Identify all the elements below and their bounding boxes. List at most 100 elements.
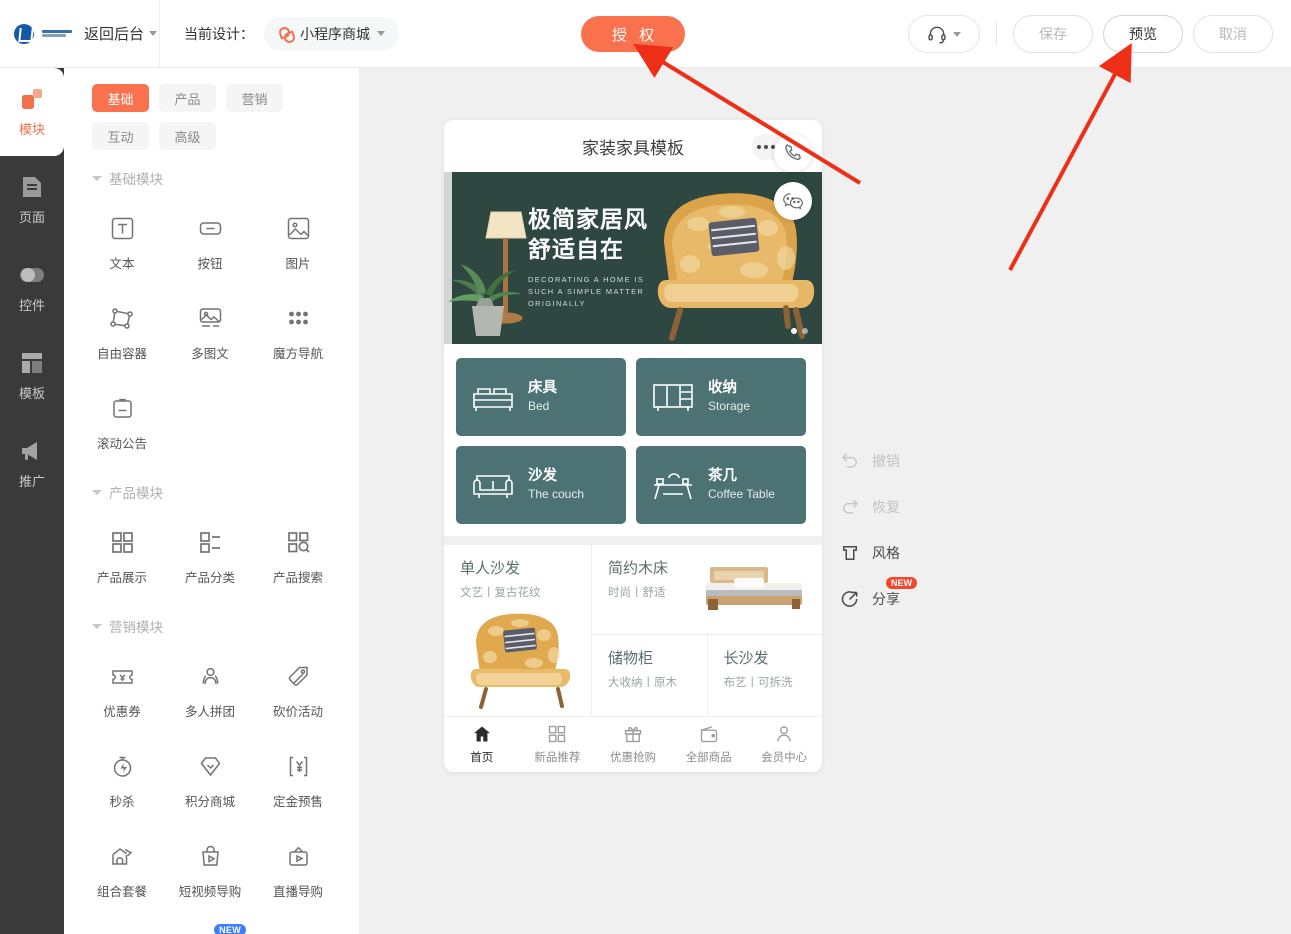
tool-share[interactable]: NEW 分享 xyxy=(840,576,990,622)
category-tile-sofa[interactable]: 沙发 The couch xyxy=(456,446,626,524)
product-search-icon xyxy=(287,531,310,553)
group-marketing-modules: 营销模块 优惠券 多人拼团 砍价活动 秒杀 积分商城 定金预售 组合套餐 短视频… xyxy=(64,616,359,934)
text-icon xyxy=(111,217,133,239)
category-tiles: 床具 Bed 收纳 Storage 沙发 The couch 茶几 Coffee… xyxy=(444,344,822,536)
back-to-admin-button[interactable]: 返回后台 xyxy=(84,23,158,44)
module-group-buy[interactable]: 多人拼团 xyxy=(166,646,254,736)
banner-line2: 舒适自在 xyxy=(528,236,624,263)
category-tile-coffee-table[interactable]: 茶几 Coffee Table xyxy=(636,446,806,524)
header-left: 返回后台 xyxy=(0,0,160,68)
tab-interactive[interactable]: 互动 xyxy=(92,122,149,150)
module-image[interactable]: 图片 xyxy=(254,198,342,288)
shirt-icon xyxy=(843,546,857,560)
product-card-cabinet[interactable]: 储物柜 大收纳丨原木 xyxy=(592,635,707,716)
banner-sub3: ORIGINALLY xyxy=(528,299,586,309)
brand-logo-icon xyxy=(14,23,34,44)
rail-item-widgets[interactable]: 控件 xyxy=(0,244,64,332)
rail-item-promotion[interactable]: 推广 xyxy=(0,420,64,508)
preview-button[interactable]: 预览 xyxy=(1103,15,1183,53)
product-card-sofa[interactable]: 单人沙发 文艺丨复古花纹 xyxy=(444,545,592,716)
tabbar-item-all-products[interactable]: 全部商品 xyxy=(671,717,747,772)
points-mall-icon xyxy=(200,756,220,776)
module-bundle[interactable]: 组合套餐 xyxy=(78,826,166,916)
category-tile-storage[interactable]: 收纳 Storage xyxy=(636,358,806,436)
customer-service-button[interactable] xyxy=(908,15,980,53)
rail-item-modules[interactable]: 模块 xyxy=(0,68,64,156)
carousel-dot xyxy=(802,328,808,334)
design-selector[interactable]: 小程序商城 xyxy=(264,16,399,51)
tab-marketing[interactable]: 营销 xyxy=(226,84,283,112)
gift-icon xyxy=(624,726,642,743)
module-product-category[interactable]: 产品分类 xyxy=(166,512,254,602)
floating-contact-buttons xyxy=(774,134,812,220)
module-cube-nav[interactable]: 魔方导航 xyxy=(254,288,342,378)
wechat-button[interactable] xyxy=(774,182,812,220)
category-cn: 沙发 xyxy=(528,467,557,484)
tool-undo[interactable]: 撤销 xyxy=(840,438,990,484)
banner-subtitle: DECORATING A HOME IS SUCH A SIMPLE MATTE… xyxy=(528,274,648,311)
group-title-marketing[interactable]: 营销模块 xyxy=(64,616,359,640)
tab-advanced[interactable]: 高级 xyxy=(159,122,216,150)
product-desc: 大收纳丨原木 xyxy=(608,676,677,689)
group-buy-icon xyxy=(201,667,219,684)
armchair-photo xyxy=(470,613,571,709)
group-title-basic[interactable]: 基础模块 xyxy=(64,168,359,192)
caret-down-icon xyxy=(92,489,102,495)
product-card-long-sofa[interactable]: 长沙发 布艺丨可拆洗 xyxy=(706,635,823,716)
category-text: 茶几 Coffee Table xyxy=(708,467,775,503)
module-multi-image-text[interactable]: 多图文 xyxy=(166,288,254,378)
module-product-display[interactable]: 产品展示 xyxy=(78,512,166,602)
tool-style[interactable]: 风格 xyxy=(840,530,990,576)
tabbar-label: 首页 xyxy=(470,752,494,764)
module-free-container[interactable]: 自由容器 xyxy=(78,288,166,378)
module-bargain[interactable]: 砍价活动 xyxy=(254,646,342,736)
tab-basic[interactable]: 基础 xyxy=(92,84,149,112)
product-card-bed[interactable]: 简约木床 时尚丨舒适 xyxy=(592,545,822,635)
tabbar-item-new[interactable]: 新品推荐 xyxy=(520,717,596,772)
module-flash-sale[interactable]: 秒杀 xyxy=(78,736,166,826)
banner-text: 极简家居风 舒适自在 DECORATING A HOME IS SUCH A S… xyxy=(528,204,648,310)
tool-redo[interactable]: 恢复 xyxy=(840,484,990,530)
cancel-button[interactable]: 取消 xyxy=(1193,15,1273,53)
grid-basic: 文本 按钮 图片 自由容器 多图文 魔方导航 滚动公告 xyxy=(64,192,359,468)
category-en: Coffee Table xyxy=(708,487,775,502)
category-en: Bed xyxy=(528,399,550,414)
module-coupon[interactable]: 优惠券 xyxy=(78,646,166,736)
authorize-button[interactable]: 授 权 xyxy=(581,16,685,52)
share-icon xyxy=(841,591,858,607)
module-short-video[interactable]: 短视频导购 xyxy=(166,826,254,916)
product-right-column: 简约木床 时尚丨舒适 储物柜 大收纳丨原木 长沙发 布艺丨可拆洗 xyxy=(592,545,822,716)
module-text[interactable]: 文本 xyxy=(78,198,166,288)
header-divider xyxy=(996,22,997,46)
redo-icon xyxy=(843,499,859,514)
tab-product[interactable]: 产品 xyxy=(159,84,216,112)
category-tile-bed[interactable]: 床具 Bed xyxy=(456,358,626,436)
save-button[interactable]: 保存 xyxy=(1013,15,1093,53)
product-grid-icon xyxy=(111,531,133,553)
module-label: 魔方导航 xyxy=(272,346,323,361)
carousel-dots[interactable] xyxy=(791,328,808,334)
tabbar-item-deals[interactable]: 优惠抢购 xyxy=(595,717,671,772)
group-title-product[interactable]: 产品模块 xyxy=(64,482,359,506)
rail-item-pages[interactable]: 页面 xyxy=(0,156,64,244)
module-partial-row-mid[interactable]: NEW xyxy=(166,916,254,934)
rail-item-templates[interactable]: 模板 xyxy=(0,332,64,420)
tabbar-item-member[interactable]: 会员中心 xyxy=(746,717,822,772)
image-icon xyxy=(287,217,309,239)
call-button[interactable] xyxy=(774,134,812,172)
tabbar-item-home[interactable]: 首页 xyxy=(444,717,520,772)
module-label: 组合套餐 xyxy=(96,884,147,899)
module-partial-row-left[interactable] xyxy=(78,916,166,934)
group-label-basic: 基础模块 xyxy=(109,172,163,187)
phone-preview: 家装家具模板 极简家居风 舒适自在 DECORATING A HOME IS S… xyxy=(444,120,822,772)
hero-banner[interactable]: 极简家居风 舒适自在 DECORATING A HOME IS SUCH A S… xyxy=(444,172,822,344)
group-label-product: 产品模块 xyxy=(109,486,163,501)
module-announcement[interactable]: 滚动公告 xyxy=(78,378,166,468)
module-product-search[interactable]: 产品搜索 xyxy=(254,512,342,602)
module-live-stream[interactable]: 直播导购 xyxy=(254,826,342,916)
free-container-icon xyxy=(109,307,133,329)
module-points-mall[interactable]: 积分商城 xyxy=(166,736,254,826)
grid-icon xyxy=(549,725,566,743)
module-presale[interactable]: 定金预售 xyxy=(254,736,342,826)
module-button[interactable]: 按钮 xyxy=(166,198,254,288)
